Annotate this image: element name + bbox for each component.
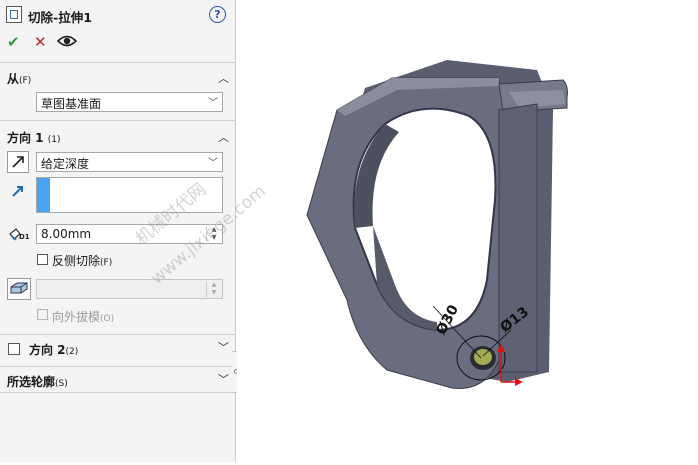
- direction1-section-title[interactable]: 方向 1 (1): [7, 129, 60, 146]
- draft-outward-checkbox: [37, 309, 48, 320]
- flip-side-checkbox[interactable]: [37, 254, 48, 265]
- depth-icon-label: D1: [19, 233, 30, 241]
- from-select-value: 草图基准面: [41, 97, 102, 111]
- draft-angle-input: ▲ ▼: [36, 279, 223, 299]
- selected-contours-section-title[interactable]: 所选轮廓(S): [7, 373, 68, 390]
- draft-outward-text: 向外拔模: [52, 310, 101, 324]
- direction1-title-suffix: (1): [47, 135, 61, 145]
- selected-contours-title: 所选轮廓: [7, 375, 56, 389]
- chevron-down-icon[interactable]: ﹀: [218, 371, 229, 387]
- flip-side-suffix: (F): [100, 258, 113, 268]
- direction-vector-icon: [10, 183, 26, 202]
- depth-value: 8.00mm: [41, 227, 92, 241]
- end-condition-value: 给定深度: [41, 157, 90, 171]
- direction2-checkbox[interactable]: [8, 343, 20, 355]
- ok-button[interactable]: ✔: [7, 33, 20, 51]
- direction2-section-title[interactable]: 方向 2(2): [29, 341, 78, 358]
- help-icon[interactable]: ?: [209, 6, 226, 23]
- from-section-title[interactable]: 从(F): [7, 70, 31, 87]
- reverse-direction-icon[interactable]: [7, 151, 29, 173]
- chevron-up-icon[interactable]: ︿: [218, 129, 229, 145]
- part-model: [306, 60, 568, 389]
- cancel-button[interactable]: ✕: [34, 33, 47, 51]
- graphics-viewport[interactable]: Ø30 Ø13 机械时代网 www.jixiege.com: [132, 0, 698, 462]
- draft-outward-label: 向外拔模(O): [52, 308, 114, 325]
- chevron-down-icon: ﹀: [208, 158, 218, 169]
- chevron-down-icon: ﹀: [208, 98, 218, 109]
- flip-side-label: 反侧切除(F): [52, 252, 112, 269]
- direction1-title: 方向 1: [7, 131, 44, 145]
- flip-side-text: 反侧切除: [52, 254, 101, 268]
- selected-contours-suffix: (S): [55, 379, 68, 389]
- from-title: 从: [7, 72, 20, 86]
- panel-title: 切除-拉伸1: [28, 10, 92, 25]
- direction2-title-suffix: (2): [65, 347, 79, 357]
- from-select[interactable]: 草图基准面 ﹀: [36, 92, 223, 112]
- chevron-up-icon[interactable]: ︿: [218, 70, 229, 86]
- preview-eye-icon[interactable]: [56, 34, 78, 51]
- selection-highlight: [37, 178, 50, 212]
- draft-outward-suffix: (O): [100, 314, 115, 324]
- chevron-down-icon[interactable]: ﹀: [218, 339, 229, 355]
- depth-icon: D1: [8, 226, 32, 247]
- draft-toggle-icon[interactable]: [7, 278, 31, 300]
- end-condition-select[interactable]: 给定深度 ﹀: [36, 152, 223, 172]
- draft-angle-spinner: ▲ ▼: [206, 281, 221, 297]
- direction2-title: 方向 2: [29, 343, 66, 357]
- from-title-suffix: (F): [19, 76, 32, 86]
- feature-icon: [6, 6, 22, 23]
